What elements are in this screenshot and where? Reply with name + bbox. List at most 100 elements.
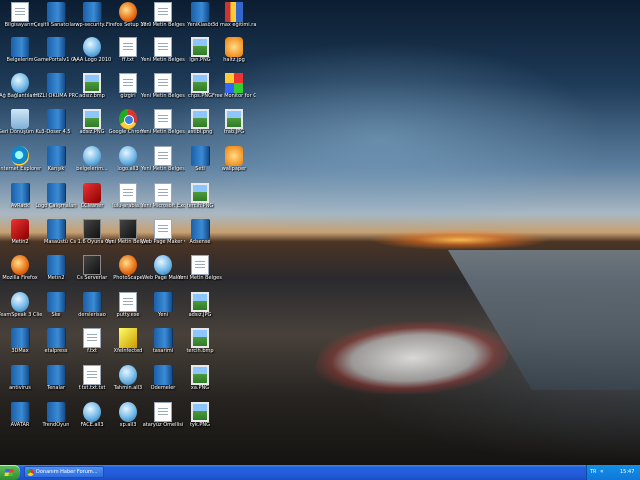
folder-icon xyxy=(11,328,29,348)
photoscape-icon xyxy=(119,255,137,275)
language-indicator[interactable]: TR xyxy=(590,468,597,476)
folder-icon xyxy=(11,365,29,385)
folder-icon xyxy=(191,2,209,22)
text-file-icon xyxy=(83,328,101,348)
image-icon xyxy=(83,109,101,129)
computer-icon xyxy=(11,2,29,22)
folder-icon xyxy=(47,292,65,312)
text-file-icon xyxy=(154,73,172,93)
folder-icon xyxy=(83,292,101,312)
folder-icon xyxy=(47,146,65,166)
text-file-icon xyxy=(154,109,172,129)
desktop-icon-label: 3d max eğitimi.rar xyxy=(212,22,256,28)
ccleaner-icon xyxy=(83,183,101,203)
desktop-icon-label: tercih.bmp xyxy=(186,348,214,354)
folder-icon xyxy=(191,146,209,166)
game-icon xyxy=(11,219,29,239)
folder-icon xyxy=(154,365,172,385)
desktop-icon-label: Free Monitor for Google xyxy=(212,93,256,99)
image-icon xyxy=(191,292,209,312)
folder-icon xyxy=(47,2,65,22)
desktop-icon-label: adsız.JPG xyxy=(188,312,212,318)
folder-icon xyxy=(11,402,29,422)
firefox-icon xyxy=(11,255,29,275)
image-icon xyxy=(225,109,243,129)
game-icon xyxy=(83,255,101,275)
image-icon xyxy=(83,73,101,93)
network-icon xyxy=(11,73,29,93)
app-icon xyxy=(119,328,137,348)
text-file-icon xyxy=(119,73,137,93)
image-icon xyxy=(191,73,209,93)
app-icon xyxy=(119,402,137,422)
folder-icon xyxy=(47,73,65,93)
folder-icon xyxy=(47,109,65,129)
folder-icon xyxy=(47,328,65,348)
app-icon xyxy=(154,219,172,239)
image-icon xyxy=(191,402,209,422)
app-icon xyxy=(119,146,137,166)
app-icon xyxy=(119,292,137,312)
folder-icon xyxy=(47,183,65,203)
app-icon xyxy=(83,146,101,166)
desktop-icon[interactable]: ataryüz Ömellisi xyxy=(143,402,183,446)
folder-icon xyxy=(47,219,65,239)
folder-icon xyxy=(154,292,172,312)
taskbar-item-label: Donanım Haber Forum... xyxy=(36,469,98,475)
chrome-icon xyxy=(119,109,137,129)
teamspeak-icon xyxy=(11,292,29,312)
archive-icon xyxy=(225,2,243,22)
text-file-icon xyxy=(154,2,172,22)
clock[interactable]: 15:47 xyxy=(620,468,634,476)
text-file-icon xyxy=(154,146,172,166)
text-file-icon xyxy=(119,37,137,57)
folder-icon xyxy=(47,402,65,422)
desktop-icon-label: haltz.jpg xyxy=(223,57,245,63)
folder-icon xyxy=(11,183,29,203)
folder-icon xyxy=(83,2,101,22)
text-file-icon xyxy=(154,37,172,57)
folder-icon xyxy=(47,365,65,385)
image-icon xyxy=(225,37,243,57)
recycle-bin-icon xyxy=(11,109,29,129)
desktop: BilgisayarımBelgelerimAğ BağlantılarımGe… xyxy=(0,0,640,465)
start-button[interactable] xyxy=(0,465,20,480)
excel-icon xyxy=(154,183,172,203)
folder-icon xyxy=(47,37,65,57)
desktop-icon-label: tercih.PNG xyxy=(186,203,214,209)
image-icon xyxy=(191,183,209,203)
image-icon xyxy=(191,365,209,385)
folder-icon xyxy=(191,219,209,239)
windows-logo-icon xyxy=(4,469,14,476)
game-icon xyxy=(83,219,101,239)
image-icon xyxy=(191,37,209,57)
folder-icon xyxy=(154,328,172,348)
desktop-icon-label: xa.PNG xyxy=(190,385,210,391)
my-documents-icon xyxy=(11,37,29,57)
app-icon xyxy=(83,402,101,422)
tray-expand-icon[interactable]: « xyxy=(600,468,604,476)
image-icon xyxy=(191,328,209,348)
internet-explorer-icon xyxy=(11,146,29,166)
image-icon xyxy=(225,146,243,166)
desktop-icon[interactable]: wallpaper xyxy=(214,146,254,190)
image-icon xyxy=(191,109,209,129)
firefox-setup-icon xyxy=(119,2,137,22)
taskbar-item-chrome[interactable]: Donanım Haber Forum... xyxy=(24,466,104,478)
app-icon xyxy=(83,37,101,57)
text-file-icon xyxy=(191,255,209,275)
folder-icon xyxy=(47,255,65,275)
chrome-icon xyxy=(27,469,34,476)
desktop-icon-label: trab.JPG xyxy=(223,129,245,135)
text-file-icon xyxy=(83,365,101,385)
desktop-icon-label: tyk.PNG xyxy=(189,422,211,428)
text-file-icon xyxy=(119,183,137,203)
app-icon xyxy=(154,255,172,275)
app-icon xyxy=(225,73,243,93)
app-icon xyxy=(119,365,137,385)
game-icon xyxy=(119,219,137,239)
text-file-icon xyxy=(154,402,172,422)
desktop-icon[interactable]: tyk.PNG xyxy=(180,402,220,446)
desktop-icon-label: Yeni Metin Belgesi (6).txt xyxy=(178,275,222,281)
taskbar: Donanım Haber Forum... TR « 15:47 xyxy=(0,465,640,480)
